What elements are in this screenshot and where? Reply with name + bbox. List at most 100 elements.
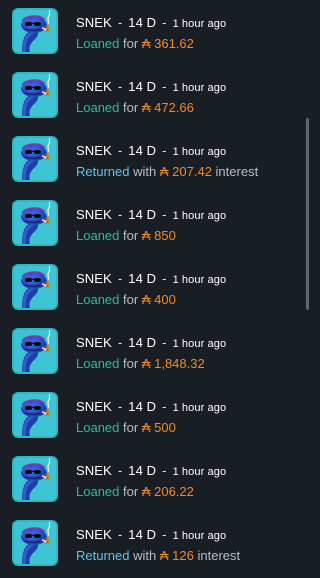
amount-value: ₳ 126 — [159, 548, 194, 563]
status-label: Loaned — [76, 100, 120, 115]
ada-symbol-icon: ₳ — [159, 164, 169, 179]
status-label: Loaned — [76, 228, 120, 243]
connector-text: for — [123, 100, 139, 115]
connector-text: for — [123, 228, 139, 243]
separator: - — [162, 207, 167, 222]
status-label: Returned — [76, 548, 130, 563]
snek-token-avatar-icon — [12, 392, 58, 438]
item-detail: Loaned for ₳ 206.22 — [76, 484, 194, 499]
ada-symbol-icon: ₳ — [141, 100, 151, 115]
snek-token-avatar-icon — [12, 328, 58, 374]
separator: - — [162, 271, 167, 286]
suffix-text: interest — [197, 548, 241, 563]
item-header: SNEK -14 D-1 hour ago — [76, 143, 226, 158]
list-item[interactable]: SNEK -14 D-1 hour ago Loaned for ₳ 1,848.… — [0, 321, 300, 385]
token-name: SNEK — [76, 143, 112, 158]
list-item[interactable]: SNEK -14 D-1 hour ago Returned with ₳ 207… — [0, 129, 300, 193]
ada-symbol-icon: ₳ — [141, 36, 151, 51]
connector-text: for — [123, 420, 139, 435]
snek-token-avatar-icon — [12, 264, 58, 310]
timestamp: 1 hour ago — [172, 402, 227, 414]
item-detail: Returned with ₳ 207.42 interest — [76, 164, 258, 179]
separator: - — [117, 399, 123, 414]
separator: - — [162, 463, 167, 478]
ada-symbol-icon: ₳ — [141, 228, 151, 243]
connector-text: with — [133, 164, 157, 179]
connector-text: for — [123, 36, 139, 51]
token-name: SNEK — [76, 271, 112, 286]
separator: - — [117, 207, 123, 222]
status-label: Loaned — [76, 420, 120, 435]
suffix-text: interest — [215, 164, 259, 179]
item-header: SNEK -14 D-1 hour ago — [76, 527, 226, 542]
ada-symbol-icon: ₳ — [141, 484, 151, 499]
item-detail: Loaned for ₳ 500 — [76, 420, 176, 435]
separator: - — [117, 271, 123, 286]
status-label: Loaned — [76, 292, 120, 307]
item-header: SNEK -14 D-1 hour ago — [76, 399, 226, 414]
token-name: SNEK — [76, 399, 112, 414]
amount-value: ₳ 400 — [141, 292, 176, 307]
snek-token-avatar-icon — [12, 456, 58, 502]
item-header: SNEK -14 D-1 hour ago — [76, 271, 226, 286]
amount-value: ₳ 472.66 — [141, 100, 194, 115]
connector-text: for — [123, 292, 139, 307]
separator: - — [117, 15, 123, 30]
separator: - — [162, 335, 167, 350]
loan-duration: 14 D — [128, 207, 157, 222]
token-name: SNEK — [76, 463, 112, 478]
list-item[interactable]: SNEK -14 D-1 hour ago Loaned for ₳ 206.22 — [0, 449, 300, 513]
separator: - — [162, 15, 167, 30]
item-detail: Loaned for ₳ 1,848.32 — [76, 356, 205, 371]
ada-symbol-icon: ₳ — [141, 356, 151, 371]
timestamp: 1 hour ago — [172, 530, 227, 542]
separator: - — [162, 399, 167, 414]
loan-duration: 14 D — [128, 15, 157, 30]
list-item[interactable]: SNEK -14 D-1 hour ago Loaned for ₳ 500 — [0, 385, 300, 449]
separator: - — [117, 79, 123, 94]
activity-feed: SNEK -14 D-1 hour ago Loaned for ₳ 361.62 — [0, 0, 309, 578]
snek-token-avatar-icon — [12, 136, 58, 182]
item-detail: Loaned for ₳ 472.66 — [76, 100, 194, 115]
item-detail: Loaned for ₳ 361.62 — [76, 36, 194, 51]
loan-duration: 14 D — [128, 143, 157, 158]
amount-value: ₳ 361.62 — [141, 36, 194, 51]
status-label: Loaned — [76, 356, 120, 371]
loan-duration: 14 D — [128, 79, 157, 94]
status-label: Loaned — [76, 36, 120, 51]
timestamp: 1 hour ago — [172, 210, 227, 222]
scrollbar-thumb[interactable] — [306, 118, 309, 310]
list-item[interactable]: SNEK -14 D-1 hour ago Loaned for ₳ 400 — [0, 257, 300, 321]
separator: - — [117, 463, 123, 478]
connector-text: for — [123, 356, 139, 371]
item-detail: Loaned for ₳ 850 — [76, 228, 176, 243]
timestamp: 1 hour ago — [172, 82, 227, 94]
item-detail: Loaned for ₳ 400 — [76, 292, 176, 307]
status-label: Loaned — [76, 484, 120, 499]
amount-value: ₳ 1,848.32 — [141, 356, 205, 371]
separator: - — [117, 143, 123, 158]
list-item[interactable]: SNEK -14 D-1 hour ago Returned with ₳ 126… — [0, 513, 300, 577]
item-header: SNEK -14 D-1 hour ago — [76, 463, 226, 478]
snek-token-avatar-icon — [12, 200, 58, 246]
amount-value: ₳ 500 — [141, 420, 176, 435]
timestamp: 1 hour ago — [172, 466, 227, 478]
list-item[interactable]: SNEK -14 D-1 hour ago Loaned for ₳ 361.62 — [0, 1, 300, 65]
list-item[interactable]: SNEK -14 D-1 hour ago Loaned for ₳ 850 — [0, 193, 300, 257]
loan-duration: 14 D — [128, 335, 157, 350]
token-name: SNEK — [76, 15, 112, 30]
connector-text: with — [133, 548, 157, 563]
timestamp: 1 hour ago — [172, 338, 227, 350]
status-label: Returned — [76, 164, 130, 179]
timestamp: 1 hour ago — [172, 274, 227, 286]
loan-duration: 14 D — [128, 271, 157, 286]
ada-symbol-icon: ₳ — [159, 548, 169, 563]
snek-token-avatar-icon — [12, 72, 58, 118]
ada-symbol-icon: ₳ — [141, 420, 151, 435]
item-header: SNEK -14 D-1 hour ago — [76, 79, 226, 94]
item-header: SNEK -14 D-1 hour ago — [76, 207, 226, 222]
separator: - — [162, 79, 167, 94]
amount-value: ₳ 850 — [141, 228, 176, 243]
token-name: SNEK — [76, 207, 112, 222]
list-item[interactable]: SNEK -14 D-1 hour ago Loaned for ₳ 472.66 — [0, 65, 300, 129]
